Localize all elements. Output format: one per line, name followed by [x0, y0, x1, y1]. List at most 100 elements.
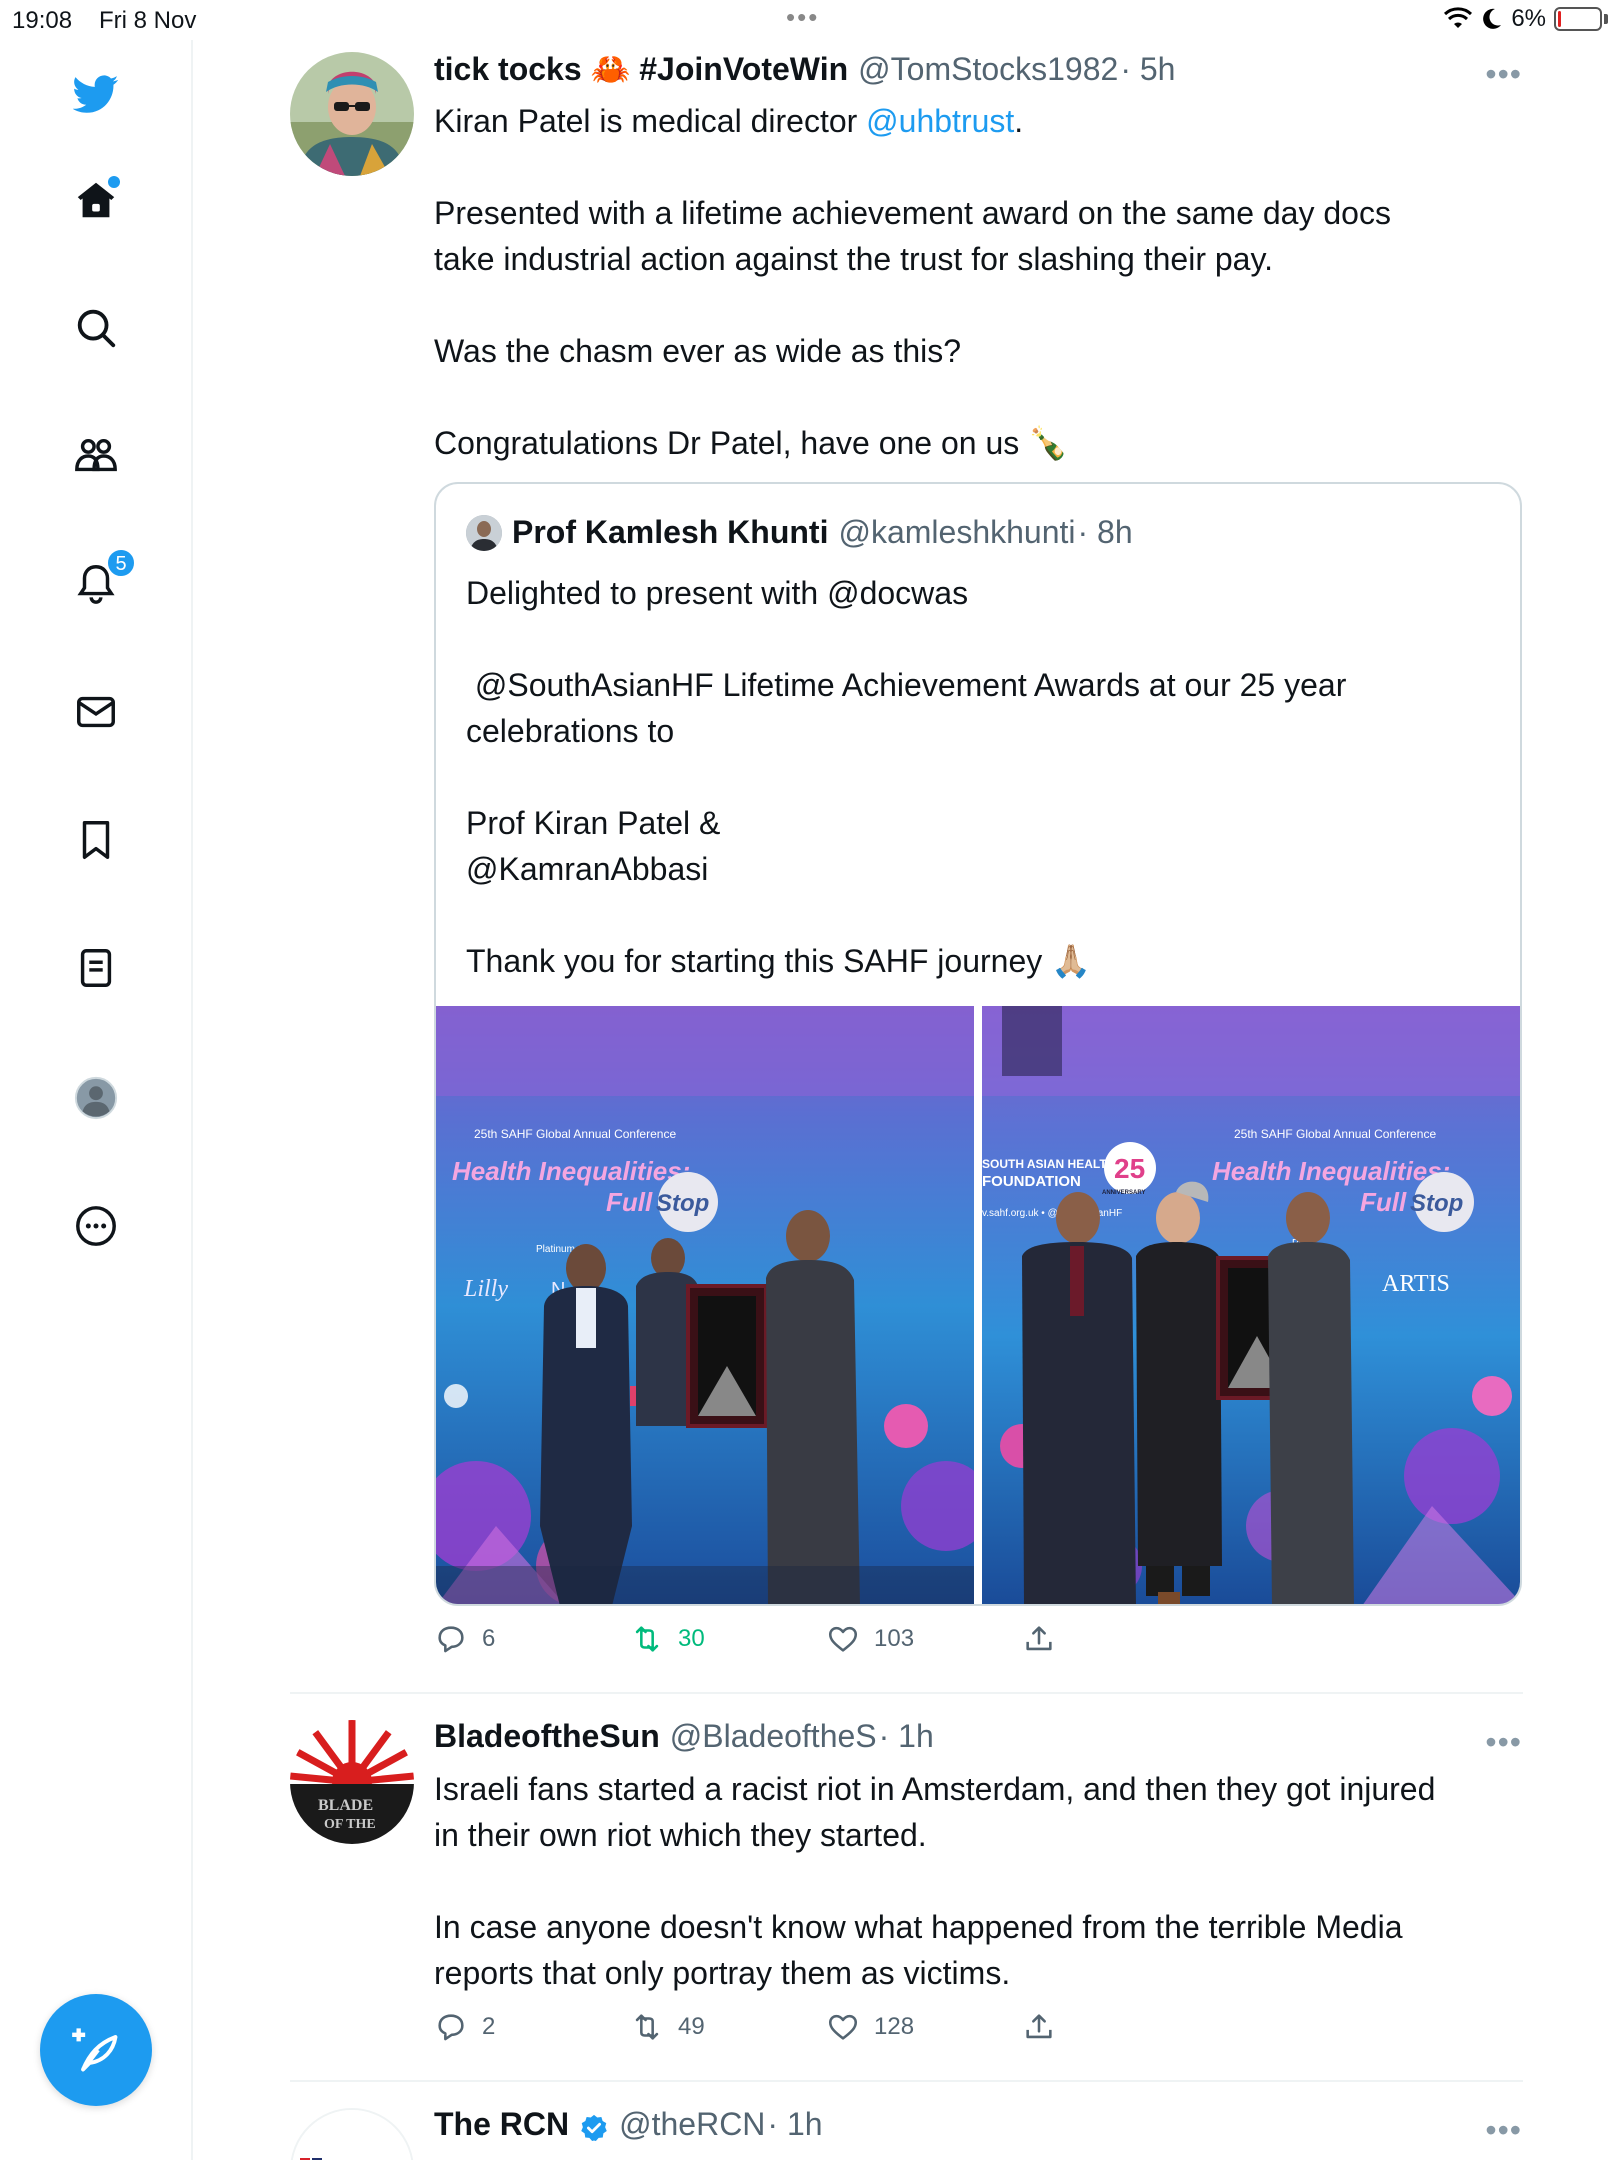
moon-icon: [1483, 8, 1502, 29]
quote-photo-1[interactable]: 25th SAHF Global Annual Conference Healt…: [436, 1006, 974, 1604]
avatar-text-line1: BLADE: [318, 1797, 373, 1814]
search-icon: [77, 309, 116, 348]
nav-bookmarks[interactable]: [66, 810, 126, 870]
tweet-header: tick tocks 🦀 #JoinVoteWin @TomStocks1982…: [434, 50, 1522, 94]
retweet-count: 49: [678, 2013, 705, 2040]
tweet-body: The RCN @theRCN · 1h •••: [434, 2106, 1522, 2150]
avatar-text-line2: OF THE: [324, 1817, 376, 1832]
nav-lists[interactable]: [66, 938, 126, 998]
author-handle[interactable]: @theRCN: [619, 2106, 765, 2143]
tweet-divider: [290, 1692, 1523, 1694]
author-name[interactable]: BladeoftheSun: [434, 1718, 660, 1755]
tweet[interactable]: The RCN @theRCN · 1h •••: [290, 2106, 1523, 2160]
tweet-time[interactable]: · 5h: [1120, 51, 1175, 88]
bookmark-icon: [82, 821, 110, 859]
tweet-time[interactable]: · 1h: [767, 2106, 822, 2143]
tweet-header: The RCN @theRCN · 1h: [434, 2106, 1522, 2150]
retweet-count: 30: [678, 1625, 705, 1652]
photo-foundation-line1: SOUTH ASIAN HEALTH: [982, 1157, 1115, 1171]
tweet-body: BladeoftheSun @BladeoftheS · 1h ••• Isra…: [434, 1718, 1522, 1996]
sidebar-nav: 5: [0, 40, 193, 2160]
author-name[interactable]: The RCN: [434, 2106, 569, 2143]
avatar[interactable]: [290, 2108, 414, 2160]
photo2-title-stop: Stop: [1410, 1190, 1463, 1217]
nav-messages[interactable]: [66, 682, 126, 742]
compose-feather-icon: [72, 2028, 118, 2072]
status-right: 6%: [1443, 5, 1608, 33]
author-name[interactable]: tick tocks 🦀 #JoinVoteWin: [434, 50, 848, 88]
avatar[interactable]: [290, 52, 414, 176]
share-icon: [1026, 2014, 1052, 2039]
tweet-text: Kiran Patel is medical director @uhbtrus…: [434, 98, 1522, 144]
author-handle[interactable]: @TomStocks1982: [858, 51, 1118, 88]
person-right: [766, 1210, 860, 1604]
compose-tweet-button[interactable]: [40, 1994, 152, 2106]
multitasking-dots-icon[interactable]: •••: [786, 2, 819, 33]
reply-button[interactable]: 6: [434, 1622, 495, 1656]
wifi-icon: [1444, 7, 1473, 28]
photo2-title-line1: Health Inequalities:: [1212, 1156, 1450, 1186]
tweet-divider: [290, 2080, 1523, 2082]
like-count: 103: [874, 1625, 915, 1652]
quote-header: Prof Kamlesh Khunti @kamleshkhunti · 8h: [466, 514, 1133, 551]
quote-text: Delighted to present with @docwas @South…: [466, 575, 1347, 979]
battery-tip: [1604, 14, 1608, 24]
status-bar: 19:08 Fri 8 Nov ••• 6%: [0, 0, 1620, 40]
share-button[interactable]: [1022, 2010, 1056, 2044]
nav-notifications[interactable]: 5: [66, 548, 136, 614]
photo2-conference-text: 25th SAHF Global Annual Conference: [1234, 1127, 1436, 1141]
award-plaque: [686, 1284, 768, 1428]
tweet-text: Israeli fans started a racist riot in Am…: [434, 1771, 1436, 1991]
more-options-icon[interactable]: •••: [1485, 2112, 1522, 2149]
notifications-badge: 5: [106, 548, 136, 578]
photo-anniversary-sub: ANNIVERSARY: [1102, 1190, 1145, 1196]
like-button[interactable]: 103: [826, 1622, 914, 1656]
tweet-time[interactable]: · 1h: [879, 1718, 934, 1755]
tweet-actions: 2 49 128: [434, 2010, 1334, 2056]
nav-more[interactable]: [66, 1196, 126, 1256]
photo-foundation-line2: FOUNDATION: [982, 1173, 1081, 1190]
photo-title-line2: Full: [606, 1187, 653, 1217]
profile-avatar-icon: [74, 1076, 118, 1120]
twitter-bird-icon[interactable]: [66, 64, 126, 124]
mention-link[interactable]: @uhbtrust: [866, 103, 1014, 139]
tweet-body: tick tocks 🦀 #JoinVoteWin @TomStocks1982…: [434, 50, 1522, 466]
retweet-icon: [635, 1626, 659, 1652]
nav-profile[interactable]: [66, 1068, 126, 1128]
like-button[interactable]: 128: [826, 2010, 914, 2044]
retweet-button[interactable]: 30: [630, 1622, 705, 1656]
nav-home[interactable]: [66, 170, 126, 230]
person-left-2: [1022, 1192, 1136, 1604]
share-icon: [1026, 1626, 1052, 1651]
quote-avatar[interactable]: [466, 514, 502, 551]
battery-level: [1558, 11, 1561, 27]
photo2-title-line2: Full: [1360, 1187, 1407, 1217]
more-circle-icon: [76, 1206, 116, 1246]
more-options-icon[interactable]: •••: [1485, 1724, 1522, 1761]
battery-percent: 6%: [1511, 5, 1546, 32]
more-options-icon[interactable]: •••: [1485, 56, 1522, 93]
quote-author-name[interactable]: Prof Kamlesh Khunti: [512, 514, 828, 551]
photo-conference-text: 25th SAHF Global Annual Conference: [474, 1127, 676, 1141]
lists-icon: [80, 949, 112, 987]
nav-explore[interactable]: [66, 298, 126, 358]
retweet-button[interactable]: 49: [630, 2010, 705, 2044]
author-handle[interactable]: @BladeoftheS: [670, 1718, 877, 1755]
envelope-icon: [77, 696, 115, 728]
reply-icon: [438, 2014, 464, 2041]
quoted-tweet[interactable]: Prof Kamlesh Khunti @kamleshkhunti · 8h …: [434, 482, 1522, 1606]
avatar[interactable]: BLADE OF THE: [290, 1720, 414, 1844]
quote-author-handle[interactable]: @kamleshkhunti: [838, 514, 1075, 551]
reply-button[interactable]: 2: [434, 2010, 495, 2044]
photo-sponsor-1: Lilly: [463, 1276, 508, 1302]
tweet-header: BladeoftheSun @BladeoftheS · 1h: [434, 1718, 1522, 1762]
quote-time[interactable]: · 8h: [1078, 514, 1133, 551]
reply-icon: [438, 1626, 464, 1653]
tweet-actions: 6 30 103: [434, 1622, 1334, 1668]
nav-communities[interactable]: [66, 426, 126, 486]
quote-photo-2[interactable]: SOUTH ASIAN HEALTH FOUNDATION 25 ANNIVER…: [982, 1006, 1520, 1604]
like-count: 128: [874, 2013, 915, 2040]
retweet-icon: [635, 2014, 659, 2040]
verified-badge-icon: [581, 2114, 607, 2141]
share-button[interactable]: [1022, 1622, 1056, 1656]
